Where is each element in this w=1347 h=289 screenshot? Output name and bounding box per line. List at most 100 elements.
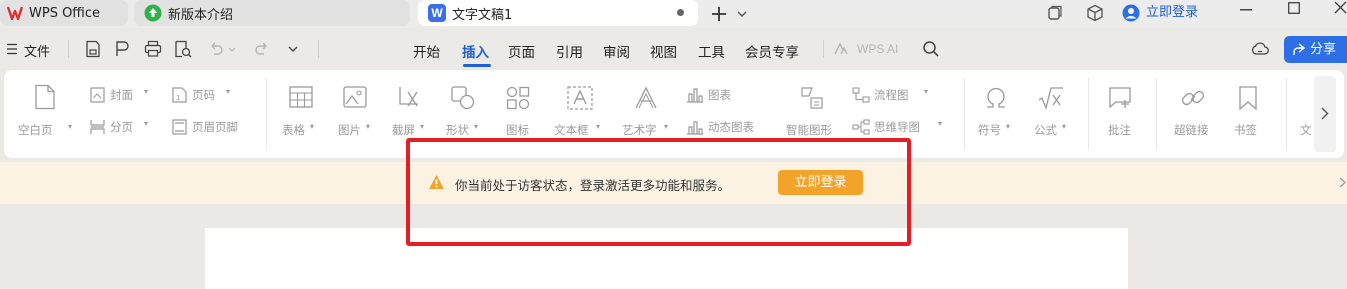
redo-icon[interactable] <box>254 42 270 56</box>
hyperlink-button[interactable]: 超链接 <box>1168 84 1218 144</box>
chevron-down-icon: ▾ <box>144 87 149 96</box>
table-button[interactable]: 表格 ▾ <box>280 84 326 144</box>
file-menu[interactable]: 文件 <box>24 41 50 60</box>
wps-ai-button[interactable]: WPS AI <box>857 42 898 56</box>
maximize-icon[interactable] <box>1288 2 1300 14</box>
textbox-label: 文本框 <box>554 123 589 137</box>
header-footer-icon <box>172 119 187 135</box>
user-avatar-icon[interactable] <box>1122 4 1140 22</box>
comment-icon <box>1109 87 1131 109</box>
cover-button[interactable]: 封面 ▾ <box>88 86 164 106</box>
smart-graphic-label: 智能图形 <box>786 123 832 137</box>
screenshot-button[interactable]: 截屏 ▾ <box>388 84 434 144</box>
tab-review[interactable]: 审阅 <box>603 41 630 61</box>
tab-insert[interactable]: 插入 <box>462 41 489 61</box>
formula-icon <box>1038 87 1063 110</box>
window-restore-icon[interactable] <box>1047 5 1063 21</box>
smart-graphic-icon <box>801 87 823 109</box>
divider <box>318 40 319 58</box>
tab-tools[interactable]: 工具 <box>698 41 725 61</box>
mindmap-button[interactable]: 思维导图 ▾ <box>852 118 950 138</box>
chevron-right-icon <box>1321 107 1329 120</box>
minimize-icon[interactable] <box>1240 9 1252 11</box>
export-pdf-icon[interactable] <box>113 40 129 58</box>
print-icon[interactable] <box>144 40 162 58</box>
tab-label: 文字文稿1 <box>452 7 513 23</box>
print-preview-icon[interactable] <box>174 40 192 58</box>
tab-document[interactable]: W 文字文稿1 <box>418 0 698 26</box>
blank-page-label: 空白页 <box>18 123 53 137</box>
mindmap-label: 思维导图 <box>874 120 920 134</box>
search-icon[interactable] <box>922 40 940 58</box>
textbox-button[interactable]: 文本框 ▾ <box>550 84 612 144</box>
tab-label: 新版本介绍 <box>168 7 234 23</box>
page-number-label: 页码 <box>192 88 215 102</box>
tab-wps-office[interactable]: WPS Office <box>0 0 128 26</box>
picture-button[interactable]: 图片 ▾ <box>334 84 380 144</box>
chevron-down-icon: ▾ <box>144 119 149 128</box>
ribbon-scroll-right-button[interactable] <box>1314 76 1336 152</box>
header-footer-button[interactable]: 页眉页脚 <box>170 118 260 138</box>
save-icon[interactable] <box>85 40 101 58</box>
blank-page-button[interactable]: 空白页 ▾ <box>14 84 76 144</box>
table-label: 表格 <box>282 123 305 137</box>
comment-button[interactable]: 批注 <box>1098 84 1144 144</box>
formula-button[interactable]: 公式 ▾ <box>1028 84 1078 144</box>
cube-icon[interactable] <box>1086 4 1104 22</box>
tab-view[interactable]: 视图 <box>650 41 677 61</box>
shapes-icon <box>451 86 475 110</box>
chart-button[interactable]: 图表 <box>686 86 756 106</box>
cover-icon <box>90 87 105 103</box>
picture-icon <box>343 86 367 108</box>
divider <box>68 40 69 58</box>
wps-logo-icon <box>7 6 23 20</box>
divider <box>1156 78 1157 150</box>
wordart-button[interactable]: 艺术字 ▾ <box>616 84 678 144</box>
close-icon[interactable] <box>1334 1 1347 14</box>
wordart-icon <box>635 86 657 109</box>
divider <box>1286 78 1287 150</box>
undo-icon[interactable] <box>208 42 224 56</box>
cloud-sync-icon[interactable] <box>1251 40 1269 58</box>
chevron-down-icon: ▾ <box>1006 122 1011 131</box>
upgrade-icon <box>144 4 162 22</box>
chevron-down-icon: ▾ <box>310 122 315 131</box>
page-number-button[interactable]: 1 页码 ▾ <box>170 86 246 106</box>
share-button[interactable]: 分享 <box>1284 36 1347 63</box>
close-notice-icon[interactable] <box>1339 177 1347 188</box>
icon-library-button[interactable]: 图标 <box>496 84 542 144</box>
tab-page[interactable]: 页面 <box>508 41 535 61</box>
customize-toolbar-chevron-icon[interactable] <box>288 46 298 53</box>
divider <box>823 40 824 58</box>
unsaved-dot-icon <box>677 9 684 16</box>
new-tab-plus-icon[interactable] <box>710 5 728 23</box>
chart-label: 图表 <box>708 88 731 102</box>
tab-member[interactable]: 会员专享 <box>745 41 799 61</box>
undo-dropdown-icon[interactable] <box>228 47 236 53</box>
tab-start[interactable]: 开始 <box>413 41 440 61</box>
dynamic-chart-button[interactable]: 动态图表 <box>686 118 776 138</box>
login-link[interactable]: 立即登录 <box>1146 1 1198 20</box>
chevron-down-icon: ▾ <box>938 119 943 128</box>
scissors-icon <box>399 87 418 107</box>
page-break-button[interactable]: 分页 ▾ <box>88 118 164 138</box>
bookmark-button[interactable]: 书签 <box>1226 84 1272 144</box>
tab-references[interactable]: 引用 <box>556 41 583 61</box>
page-break-icon <box>90 120 105 134</box>
hamburger-menu-icon[interactable] <box>7 43 17 55</box>
symbol-button[interactable]: 符号 ▾ <box>974 84 1020 144</box>
dynamic-chart-label: 动态图表 <box>708 120 754 134</box>
chevron-down-icon: ▾ <box>924 87 929 96</box>
chevron-down-icon[interactable] <box>737 10 747 18</box>
chevron-down-icon: ▾ <box>420 122 425 131</box>
more-items-label: 文 <box>1300 123 1312 137</box>
bookmark-icon <box>1239 86 1257 110</box>
screenshot-label: 截屏 <box>392 123 415 137</box>
shape-button[interactable]: 形状 ▾ <box>442 84 488 144</box>
divider <box>266 78 267 150</box>
flowchart-button[interactable]: 流程图 ▾ <box>852 86 938 106</box>
tab-new-version-intro[interactable]: 新版本介绍 <box>134 0 410 26</box>
smart-graphic-button[interactable]: 智能图形 <box>782 84 844 144</box>
chevron-down-icon: ▾ <box>366 122 371 131</box>
chevron-down-icon: ▾ <box>1062 122 1067 131</box>
